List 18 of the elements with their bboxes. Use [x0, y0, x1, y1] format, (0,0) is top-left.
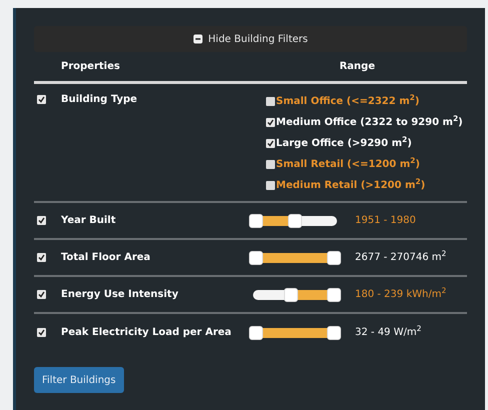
property-name: Building Type [61, 93, 138, 107]
column-header: Properties [61, 60, 120, 74]
column-header: Range [339, 60, 375, 74]
property-name: Peak Electricity Load per Area [61, 326, 232, 340]
range-reading: 32 - 49 W/m$^{2}$ [355, 325, 422, 340]
option-label: Medium Office (2322 to 9290 m$^{2}$) [276, 115, 463, 130]
option-label: Small Office (<=2322 m$^{2}$) [276, 94, 420, 109]
filter-buildings-button[interactable]: Filter Buildings [34, 367, 124, 393]
toggle-filters-button[interactable]: Hide Building Filters [34, 26, 467, 52]
range-reading: 2677 - 270746 m$^{2}$ [355, 250, 446, 265]
range-reading: 180 - 239 kWh/m$^{2}$ [355, 287, 446, 302]
option-label: Large Office (>9290 m$^{2}$) [276, 136, 412, 151]
range-reading: 1951 - 1980 [355, 214, 416, 228]
property-name: Total Floor Area [61, 251, 152, 265]
option-label: Small Retail (<=1200 m$^{2}$) [276, 157, 420, 172]
property-name: Year Built [61, 214, 117, 228]
option-label: Medium Retail (>1200 m$^{2}$) [276, 178, 426, 193]
property-name: Energy Use Intensity [61, 288, 180, 302]
